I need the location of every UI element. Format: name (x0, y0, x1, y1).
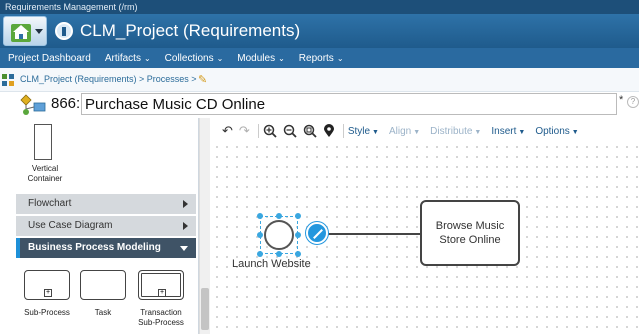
resize-handle[interactable] (295, 251, 301, 257)
home-menu-button[interactable] (3, 16, 47, 46)
resize-handle[interactable] (295, 232, 301, 238)
zoom-fit-icon[interactable] (303, 124, 317, 138)
vertical-container-shape[interactable] (34, 124, 52, 160)
palette-transaction-sub-process[interactable]: + (138, 270, 184, 300)
resize-handle[interactable] (257, 232, 263, 238)
connector-pencil-icon[interactable] (306, 222, 328, 244)
redo-icon[interactable]: ↷ (239, 123, 250, 139)
category-business-process-modeling[interactable]: Business Process Modeling (16, 238, 196, 258)
chevron-right-icon (183, 200, 188, 208)
chevron-down-icon: ⌄ (143, 53, 151, 63)
chevron-down-icon: ⌄ (336, 53, 344, 63)
edit-pencil-icon[interactable]: ✎ (198, 73, 207, 86)
task-node-browse-music[interactable]: Browse Music Store Online (420, 200, 520, 266)
category-flowchart[interactable]: Flowchart (16, 194, 196, 214)
location-pin-icon[interactable] (323, 124, 335, 138)
style-menu[interactable]: Style ▼ (348, 126, 379, 137)
toolbar-divider (342, 124, 344, 138)
grid-icon[interactable] (2, 74, 14, 86)
breadcrumb[interactable]: CLM_Project (Requirements) > Processes > (20, 74, 197, 84)
breadcrumb-bar: CLM_Project (Requirements) > Processes >… (0, 68, 639, 92)
chevron-down-icon: ⌄ (216, 53, 224, 63)
palette-sub-process[interactable]: + (24, 270, 70, 300)
options-menu[interactable]: Options ▼ (535, 126, 578, 137)
plus-icon: + (44, 289, 52, 297)
chevron-down-icon: ⌄ (278, 53, 285, 63)
chevron-right-icon (183, 222, 188, 230)
sequence-flow-connector[interactable] (328, 233, 420, 235)
resize-handle[interactable] (295, 213, 301, 219)
nav-collections[interactable]: Collections ⌄ (165, 53, 224, 64)
zoom-out-icon[interactable] (283, 124, 297, 138)
rm-app-icon (55, 22, 73, 40)
vertical-container-label: Vertical Container (27, 164, 63, 183)
resize-handle[interactable] (276, 251, 282, 257)
start-event-label[interactable]: Launch Website (232, 258, 311, 270)
chevron-down-icon (35, 29, 43, 34)
nav-artifacts[interactable]: Artifacts ⌄ (105, 53, 151, 64)
plus-icon: + (158, 289, 166, 297)
resize-handle[interactable] (276, 213, 282, 219)
undo-icon[interactable]: ↶ (222, 123, 233, 139)
palette-scrollbar[interactable] (199, 118, 210, 334)
help-icon[interactable]: ? (627, 96, 639, 108)
toolbar-divider (257, 124, 259, 138)
palette-label: Transaction Sub-Process (138, 308, 184, 327)
resize-handle[interactable] (257, 213, 263, 219)
selection-box (260, 216, 298, 254)
nav-modules[interactable]: Modules ⌄ (237, 53, 285, 64)
window-title: Requirements Management (/rm) (0, 0, 639, 14)
palette-label: Sub-Process (24, 308, 70, 317)
nav-project-dashboard[interactable]: Project Dashboard (8, 53, 91, 64)
palette-label: Task (94, 308, 112, 317)
dropdown-arrow-icon: ▼ (372, 128, 379, 136)
dropdown-arrow-icon: ▼ (571, 128, 579, 136)
main-nav: Project Dashboard Artifacts ⌄ Collections… (0, 48, 639, 68)
process-diagram-icon (20, 94, 46, 115)
dropdown-arrow-icon: ▼ (518, 128, 526, 136)
align-menu[interactable]: Align ▼ (389, 126, 420, 137)
chevron-down-icon (180, 246, 188, 251)
resize-handle[interactable] (257, 251, 263, 257)
zoom-in-icon[interactable] (263, 124, 277, 138)
scrollbar-thumb[interactable] (201, 288, 209, 330)
category-use-case-diagram[interactable]: Use Case Diagram (16, 216, 196, 236)
diagram-toolbar: ↶ ↷ Style ▼ Align ▼ Distribute ▼ Insert ▼ Op… (222, 120, 639, 142)
nav-reports[interactable]: Reports ⌄ (299, 53, 344, 64)
dropdown-arrow-icon: ▼ (413, 128, 421, 136)
artifact-id: 866: (51, 95, 81, 112)
title-bar: CLM_Project (Requirements) (0, 14, 639, 48)
artifact-name-field[interactable] (81, 93, 617, 115)
home-icon (11, 24, 31, 42)
unsaved-marker: * (619, 94, 624, 106)
project-title: CLM_Project (Requirements) (80, 21, 301, 40)
shape-palette: Vertical Container Flowchart Use Case Di… (14, 118, 199, 334)
diagram-canvas[interactable]: Launch Website Browse Music Store Online (212, 142, 639, 334)
artifact-header: 866: * ? (0, 92, 639, 118)
insert-menu[interactable]: Insert ▼ (491, 126, 525, 137)
distribute-menu[interactable]: Distribute ▼ (430, 126, 481, 137)
dropdown-arrow-icon: ▼ (474, 128, 482, 136)
palette-task[interactable] (80, 270, 126, 300)
